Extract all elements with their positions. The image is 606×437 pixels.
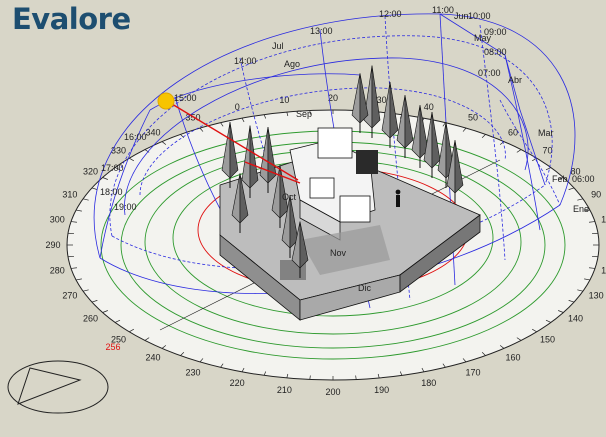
hour-label: 10:00 [468,11,491,21]
compass-bearing-label: 330 [111,146,126,156]
compass-bearing-label: 270 [62,290,77,300]
compass-bearing-label: 280 [50,266,65,276]
hour-label: 09:00 [484,27,507,37]
hour-label: 19:00 [114,202,137,212]
compass-bearing-label: 140 [568,314,583,324]
month-label: Dic [358,283,371,293]
compass-bearing-label: 50 [468,113,478,123]
compass-bearing-label: 170 [465,367,480,377]
month-label: Sep [296,109,312,119]
compass-bearing-label: 240 [145,353,160,363]
hour-label: 18:00 [100,187,123,197]
compass-bearing-label: 320 [83,167,98,177]
sun-icon[interactable] [157,92,175,110]
compass-bearing-label: 310 [62,190,77,200]
compass-bearing-label: 160 [505,353,520,363]
orbit-navigator-icon[interactable] [7,360,109,414]
hour-label: 16:00 [124,132,147,142]
person-icon [395,189,401,207]
month-label: Mar [538,128,554,138]
month-label: Ago [284,59,300,69]
compass-bearing-label: 210 [277,385,292,395]
month-label: Oct [282,192,297,202]
compass-bearing-label: 260 [83,314,98,324]
month-label: Jun [454,11,469,21]
compass-bearing-label: 230 [185,367,200,377]
compass-bearing-label: 60 [508,127,518,137]
month-label: Feb [552,174,568,184]
solar-study-viewport[interactable]: Evalore 34035001020304050607080901001101… [0,0,606,437]
compass-bearing-label: 180 [421,378,436,388]
compass-bearing-label: 150 [540,335,555,345]
hour-label: 15:00 [174,93,197,103]
compass-bearing-label: 10 [279,95,289,105]
hour-label: 14:00 [234,56,257,66]
compass-bearing-label: 30 [377,95,387,105]
sun-bearing-label: 256 [105,342,120,352]
compass-bearing-label: 200 [325,387,340,397]
compass-bearing-label: 300 [50,215,65,225]
compass-bearing-label: 120 [601,266,606,276]
compass-bearing-label: 130 [589,290,604,300]
hour-label: 17:00 [101,163,124,173]
compass-bearing-label: 190 [374,385,389,395]
compass-bearing-label: 90 [591,190,601,200]
month-label: Ene [573,204,589,214]
hour-label: 11:00 [432,5,454,15]
compass-bearing-label: 40 [424,102,434,112]
hour-label: 12:00 [379,9,402,19]
compass-bearing-label: 290 [45,240,60,250]
compass-bearing-label: 70 [542,146,552,156]
month-label: Nov [330,248,347,258]
month-label: Jul [272,41,284,51]
sun-path-scene[interactable]: 3403500102030405060708090100110120130140… [0,0,606,437]
hour-label: 07:00 [478,68,501,78]
hour-label: 08:00 [484,47,507,57]
compass-bearing-label: 100 [601,215,606,225]
month-label: Abr [508,75,522,85]
hour-label: 06:00 [572,174,595,184]
compass-bearing-label: 220 [230,378,245,388]
hour-label: 13:00 [310,26,333,36]
